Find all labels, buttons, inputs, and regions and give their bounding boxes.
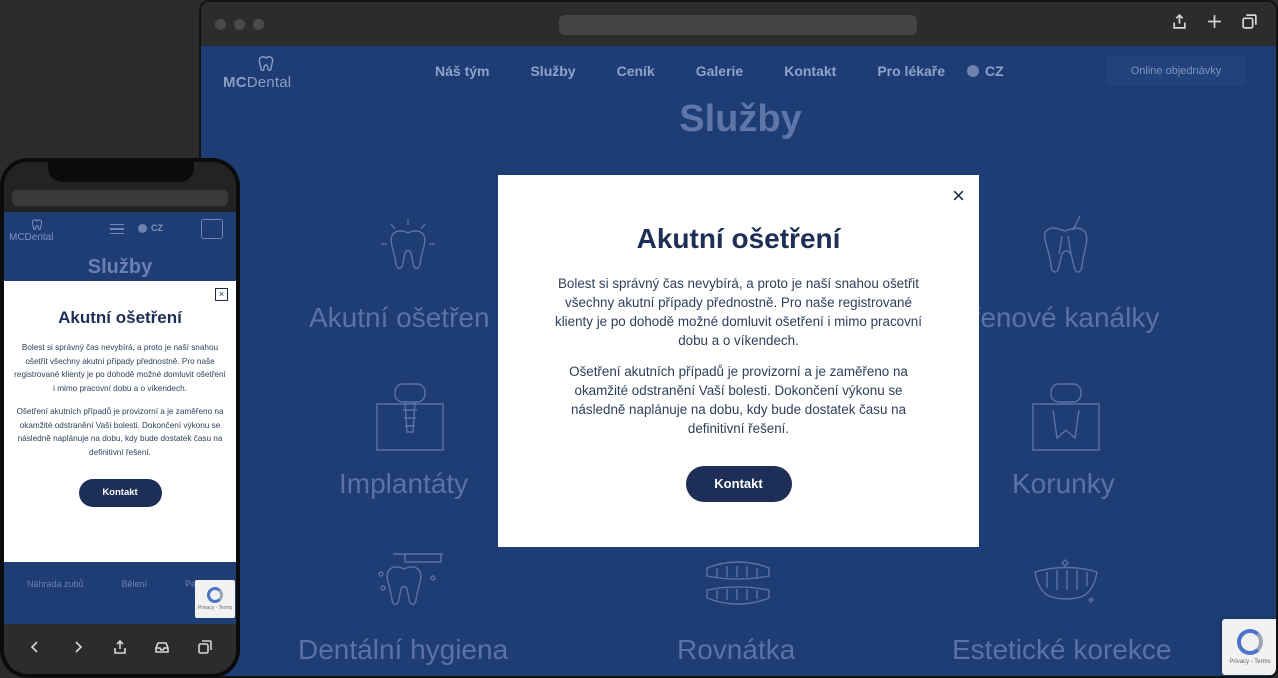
browser-actions (1171, 13, 1258, 35)
service-hygiene-label[interactable]: Dentální hygiena (298, 634, 508, 666)
mobile-language-switcher[interactable]: CZ (138, 223, 163, 233)
toothbrush-icon (375, 548, 447, 625)
mobile-phone-frame: MCDental CZ Služby × Akutní ošetření Bol… (0, 158, 240, 678)
mobile-contact-button[interactable]: Kontakt (78, 479, 162, 507)
service-braces-label[interactable]: Rovnátka (677, 634, 795, 666)
mobile-screen: MCDental CZ Služby × Akutní ošetření Bol… (4, 162, 236, 674)
mobile-address-bar[interactable] (12, 190, 228, 206)
modal-paragraph-2: Ošetření akutních případů je provizorní … (569, 364, 908, 436)
service-root-canals-label[interactable]: řenové kanálky (971, 302, 1159, 334)
contact-button[interactable]: Kontakt (685, 466, 792, 502)
mobile-modal-paragraph-2: Ošetření akutních případů je provizorní … (16, 407, 224, 457)
new-tab-icon[interactable] (1206, 13, 1223, 35)
forward-icon[interactable] (70, 639, 86, 660)
logo-mc: MC (223, 74, 247, 91)
site-header: MCDental Náš tým Služby Ceník Galerie Ko… (201, 46, 1276, 96)
nav-item-contact[interactable]: Kontakt (784, 63, 836, 79)
crown-icon (1031, 380, 1101, 457)
globe-icon (967, 65, 979, 77)
tooth-logo-icon (258, 56, 274, 72)
page-title: Služby (679, 98, 802, 140)
root-canal-icon (1035, 214, 1095, 289)
acute-treatment-modal: × Akutní ošetření Bolest si správný čas … (498, 175, 979, 547)
hamburger-menu-icon[interactable] (110, 224, 124, 234)
window-controls (215, 19, 264, 30)
aesthetic-teeth-icon (1031, 558, 1101, 613)
mobile-recaptcha-terms[interactable]: Privacy - Terms (198, 605, 232, 611)
website-page: MCDental Náš tým Služby Ceník Galerie Ko… (201, 46, 1276, 676)
language-label: CZ (985, 63, 1004, 79)
tabs-overview-icon[interactable] (197, 639, 213, 660)
back-icon[interactable] (27, 639, 43, 660)
tabs-overview-icon[interactable] (1241, 13, 1258, 35)
mobile-page-title: Služby (87, 256, 153, 278)
nav-item-team[interactable]: Náš tým (435, 63, 489, 79)
desktop-browser-window: MCDental Náš tým Služby Ceník Galerie Ko… (199, 0, 1278, 678)
globe-icon (138, 223, 147, 233)
nav-item-pricing[interactable]: Ceník (617, 63, 655, 79)
service-crowns-label[interactable]: Korunky (1012, 468, 1115, 500)
close-icon[interactable]: × (215, 288, 228, 301)
mobile-logo-text: MCDental (9, 232, 54, 243)
recaptcha-badge[interactable]: Privacy - Terms (1222, 619, 1276, 675)
modal-paragraph-1: Bolest si správný čas nevybírá, a proto … (555, 276, 922, 348)
mcdental-logo[interactable]: MCDental (223, 54, 291, 91)
close-icon[interactable]: × (952, 185, 965, 207)
mobile-modal-title: Akutní ošetření (58, 308, 182, 327)
braces-icon (703, 560, 773, 611)
mobile-modal-paragraph-1: Bolest si správný čas nevybírá, a proto … (14, 343, 226, 393)
nav-item-for-doctors[interactable]: Pro lékaře (877, 63, 945, 79)
modal-title: Akutní ošetření (636, 223, 841, 254)
nav-item-services[interactable]: Služby (530, 63, 575, 79)
maximize-window-dot[interactable] (253, 19, 264, 30)
main-nav: Náš tým Služby Ceník Galerie Kontakt Pro… (435, 63, 986, 79)
online-booking-button[interactable]: Online objednávky (1106, 56, 1246, 86)
service-aesthetic-label[interactable]: Estetické korekce (952, 634, 1171, 666)
minimize-window-dot[interactable] (234, 19, 245, 30)
recaptcha-icon (1237, 629, 1263, 655)
share-icon[interactable] (1171, 13, 1188, 35)
mobile-recaptcha-badge[interactable]: Privacy - Terms (195, 580, 235, 618)
phone-notch (48, 162, 194, 182)
mobile-service-replacement[interactable]: Náhrada zubů (27, 579, 84, 589)
mobile-language-label: CZ (151, 223, 163, 233)
mobile-logo[interactable]: MCDental (9, 218, 53, 243)
share-icon[interactable] (112, 639, 128, 660)
implant-icon (375, 380, 445, 457)
browser-toolbar (201, 2, 1276, 46)
tooth-pain-icon (373, 214, 443, 289)
mobile-acute-treatment-modal: × Akutní ošetření Bolest si správný čas … (4, 281, 236, 562)
tooth-logo-icon (31, 219, 43, 230)
service-acute-label[interactable]: Akutní ošetřen (309, 302, 490, 334)
calendar-icon[interactable] (201, 219, 223, 239)
logo-dental: Dental (246, 74, 292, 91)
mobile-website-page: MCDental CZ Služby × Akutní ošetření Bol… (4, 212, 236, 624)
language-switcher[interactable]: CZ (967, 63, 1004, 79)
close-window-dot[interactable] (215, 19, 226, 30)
mobile-browser-toolbar (4, 624, 236, 674)
bookmarks-icon[interactable] (154, 639, 170, 660)
mobile-service-whitening[interactable]: Bělení (121, 579, 147, 589)
nav-item-gallery[interactable]: Galerie (696, 63, 743, 79)
recaptcha-terms[interactable]: Privacy - Terms (1229, 659, 1270, 665)
address-bar[interactable] (559, 15, 917, 35)
recaptcha-icon (207, 587, 223, 603)
service-implants-label[interactable]: Implantáty (339, 468, 468, 500)
